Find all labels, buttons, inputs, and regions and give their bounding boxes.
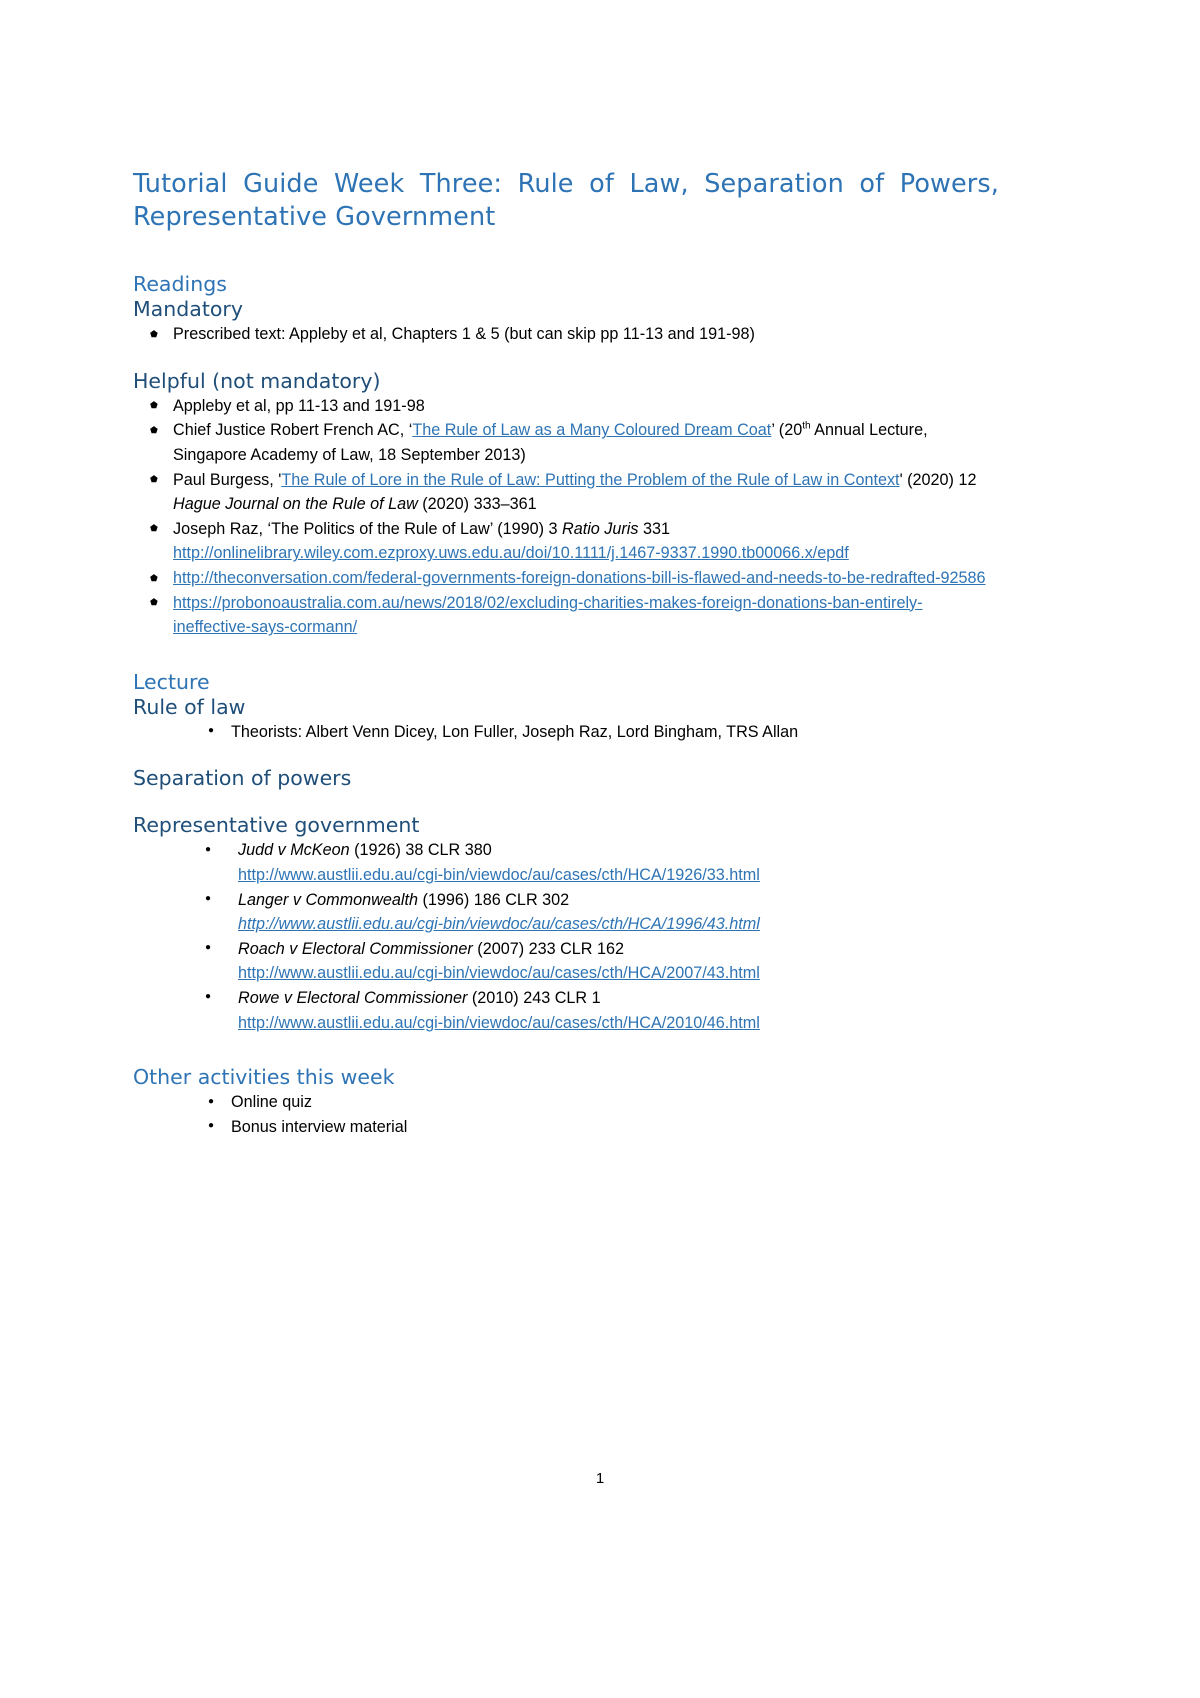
helpful-readings-list: Appleby et al, pp 11-13 and 191-98 Chief… bbox=[133, 393, 999, 640]
case-link-langer-v-commonwealth[interactable]: http://www.austlii.edu.au/cgi-bin/viewdo… bbox=[238, 915, 760, 933]
link-probonoaustralia-charities[interactable]: https://probonoaustralia.com.au/news/201… bbox=[173, 594, 923, 637]
page-number: 1 bbox=[595, 1470, 605, 1487]
link-french-dream-coat[interactable]: The Rule of Law as a Many Coloured Dream… bbox=[412, 421, 771, 439]
journal-title: Hague Journal on the Rule of Law bbox=[173, 495, 418, 514]
reading-text: Paul Burgess, ' bbox=[173, 470, 282, 489]
list-item: Paul Burgess, 'The Rule of Lore in the R… bbox=[133, 467, 999, 517]
list-item: Prescribed text: Appleby et al, Chapters… bbox=[133, 322, 999, 347]
mandatory-reading-text: Prescribed text: Appleby et al, Chapters… bbox=[173, 325, 755, 344]
case-citation: (1996) 186 CLR 302 bbox=[417, 890, 570, 909]
link-theconversation-foreign-donations[interactable]: http://theconversation.com/federal-gover… bbox=[173, 569, 986, 587]
case-citation: (2010) 243 CLR 1 bbox=[467, 988, 601, 1007]
activity-text: Bonus interview material bbox=[231, 1117, 408, 1136]
table-row: Rowe v Electoral Commissioner (2010) 243… bbox=[133, 985, 999, 1035]
section-heading-readings: Readings bbox=[133, 272, 227, 297]
subheading-mandatory: Mandatory bbox=[133, 297, 243, 322]
subheading-helpful: Helpful (not mandatory) bbox=[133, 368, 381, 393]
section-heading-lecture: Lecture bbox=[133, 669, 210, 694]
reading-text: Chief Justice Robert French AC, ‘ bbox=[173, 421, 413, 440]
list-item: Theorists: Albert Venn Dicey, Lon Fuller… bbox=[133, 719, 999, 745]
reading-text: (2020) 333–361 bbox=[417, 495, 537, 514]
list-item: Chief Justice Robert French AC, ‘The Rul… bbox=[133, 418, 999, 467]
case-name: Roach v Electoral Commissioner bbox=[238, 939, 473, 958]
mandatory-readings-list: Prescribed text: Appleby et al, Chapters… bbox=[133, 322, 999, 347]
list-item: Online quiz bbox=[133, 1090, 999, 1115]
reading-text: ' (2020) 12 bbox=[899, 470, 977, 489]
link-burgess-rule-of-lore[interactable]: The Rule of Lore in the Rule of Law: Put… bbox=[281, 471, 899, 489]
list-item: Joseph Raz, ‘The Politics of the Rule of… bbox=[133, 516, 999, 566]
list-item: Bonus interview material bbox=[133, 1114, 999, 1140]
rule-of-law-list: Theorists: Albert Venn Dicey, Lon Fuller… bbox=[133, 719, 999, 745]
section-heading-other-activities: Other activities this week bbox=[133, 1065, 395, 1090]
document-page: Tutorial Guide Week Three: Rule of Law, … bbox=[0, 0, 1200, 1698]
list-item: Appleby et al, pp 11-13 and 191-98 bbox=[133, 393, 999, 419]
case-link-roach-v-electoral-commissioner[interactable]: http://www.austlii.edu.au/cgi-bin/viewdo… bbox=[238, 964, 760, 982]
ordinal-suffix: th bbox=[802, 421, 811, 433]
table-row: Roach v Electoral Commissioner (2007) 23… bbox=[133, 936, 999, 986]
table-row: Judd v McKeon (1926) 38 CLR 380 http://ww… bbox=[133, 838, 999, 887]
journal-title: Ratio Juris bbox=[562, 519, 639, 538]
page-title: Tutorial Guide Week Three: Rule of Law, … bbox=[133, 168, 999, 234]
case-name: Judd v McKeon bbox=[238, 841, 350, 860]
case-citation: (2007) 233 CLR 162 bbox=[472, 939, 624, 958]
document-content: Tutorial Guide Week Three: Rule of Law, … bbox=[133, 168, 999, 1139]
case-citation: (1926) 38 CLR 380 bbox=[349, 841, 492, 860]
theorists-text: Theorists: Albert Venn Dicey, Lon Fuller… bbox=[231, 722, 799, 741]
reading-text: Appleby et al, pp 11-13 and 191-98 bbox=[173, 396, 425, 415]
subheading-representative-government: Representative government bbox=[133, 813, 420, 838]
link-raz-wiley-epdf[interactable]: http://onlinelibrary.wiley.com.ezproxy.u… bbox=[173, 544, 849, 562]
reading-text: 331 bbox=[638, 519, 670, 538]
other-activities-list: Online quiz Bonus interview material bbox=[133, 1090, 999, 1139]
reading-text: Joseph Raz, ‘The Politics of the Rule of… bbox=[173, 519, 562, 538]
subheading-rule-of-law: Rule of law bbox=[133, 694, 246, 719]
case-link-rowe-v-electoral-commissioner[interactable]: http://www.austlii.edu.au/cgi-bin/viewdo… bbox=[238, 1014, 760, 1032]
list-item: http://theconversation.com/federal-gover… bbox=[133, 566, 999, 591]
case-link-judd-v-mckeon[interactable]: http://www.austlii.edu.au/cgi-bin/viewdo… bbox=[238, 866, 760, 884]
list-item: https://probonoaustralia.com.au/news/201… bbox=[133, 590, 999, 640]
activity-text: Online quiz bbox=[231, 1093, 312, 1112]
case-name: Langer v Commonwealth bbox=[238, 890, 418, 909]
page-title-line1: Tutorial Guide Week Three: Rule of Law, … bbox=[133, 169, 885, 199]
case-name: Rowe v Electoral Commissioner bbox=[238, 988, 468, 1007]
reading-text: ’ (20 bbox=[771, 421, 803, 440]
table-row: Langer v Commonwealth (1996) 186 CLR 302… bbox=[133, 887, 999, 937]
representative-government-cases: Judd v McKeon (1926) 38 CLR 380 http://ww… bbox=[133, 838, 999, 1035]
subheading-separation-of-powers: Separation of powers bbox=[133, 766, 352, 791]
